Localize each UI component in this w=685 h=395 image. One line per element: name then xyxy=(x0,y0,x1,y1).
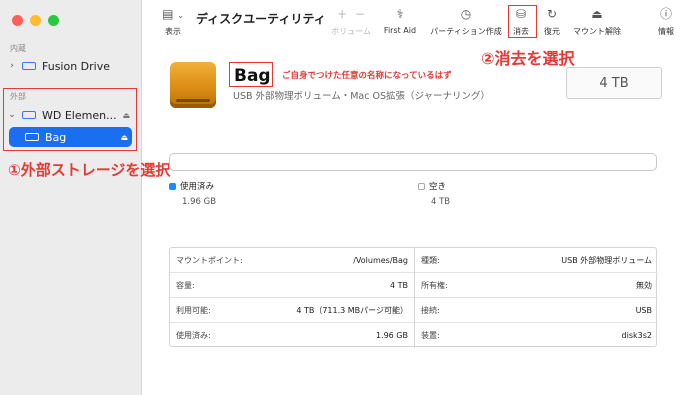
close-window-button[interactable] xyxy=(12,15,23,26)
sidebar-item-fusion-drive[interactable]: › Fusion Drive xyxy=(6,56,134,76)
info-row: 利用可能: 4 TB（711.3 MBパージ可能） xyxy=(170,298,414,323)
info-row: マウントポイント:/Volumes/Bag xyxy=(170,248,414,273)
info-button[interactable]: ⓘ 情報 xyxy=(654,6,678,37)
sidebar-item-label: Fusion Drive xyxy=(42,59,111,73)
annotation-box-external xyxy=(3,88,137,151)
annotation-name-note: ご自身でつけた任意の名称になっているはず xyxy=(282,71,452,81)
annotation-box-name xyxy=(229,62,273,87)
annotation-step2: ②消去を選択 xyxy=(481,49,575,68)
annotation-box-erase xyxy=(508,5,537,38)
used-label: 使用済み xyxy=(180,182,215,192)
toolbar: ▤ ⌄ 表示 ディスクユーティリティ + − ボリューム ⚕ First Aid… xyxy=(142,0,685,44)
view-button[interactable]: ▤ ⌄ 表示 xyxy=(158,6,188,37)
used-value: 1.96 GB xyxy=(182,197,217,207)
zoom-window-button[interactable] xyxy=(48,15,59,26)
unmount-button[interactable]: ⏏ マウント解除 xyxy=(570,6,624,37)
restore-icon: ↻ xyxy=(546,7,558,21)
free-label: 空き xyxy=(429,182,447,192)
info-row: 装置: disk3s2 xyxy=(421,331,652,340)
eject-icon: ⏏ xyxy=(591,7,603,21)
volume-button[interactable]: + − ボリューム xyxy=(326,6,376,37)
first-aid-button[interactable]: ⚕ First Aid xyxy=(380,6,420,35)
partition-button[interactable]: ◷ パーティション作成 xyxy=(428,6,504,37)
info-right-column: 種類: USB 外部物理ボリューム 所有権: 無効 接続: USB 装置: disk3s… xyxy=(414,248,658,348)
legend-used: 使用済み xyxy=(169,180,214,192)
annotation-step1: ①外部ストレージを選択 xyxy=(8,161,171,179)
window-title: ディスクユーティリティ xyxy=(196,12,326,26)
restore-button[interactable]: ↻ 復元 xyxy=(540,6,564,37)
partition-icon: ◷ xyxy=(460,7,472,21)
free-value: 4 TB xyxy=(431,197,451,207)
used-swatch xyxy=(169,182,176,190)
disk-icon xyxy=(22,62,36,70)
sidebar-toggle-icon: ▤ ⌄ xyxy=(162,7,184,21)
view-label: 表示 xyxy=(165,27,181,36)
info-table: マウントポイント:/Volumes/Bag 容量: 4 TB 利用可能: 4 TB（… xyxy=(169,247,658,348)
info-row: 接続: USB xyxy=(415,298,658,323)
capacity-box: 4 TB xyxy=(566,67,662,99)
info-row: 所有権: 無効 xyxy=(415,273,658,298)
info-row: 使用済み: 1.96 GB xyxy=(176,331,408,340)
legend-free: 空き xyxy=(418,180,446,192)
info-row: 種類: USB 外部物理ボリューム xyxy=(415,248,658,273)
usage-bar xyxy=(169,153,657,171)
section-label-internal: 内蔵 xyxy=(10,44,26,53)
free-swatch xyxy=(418,182,425,190)
info-row: 容量: 4 TB xyxy=(170,273,414,298)
external-drive-icon xyxy=(170,62,216,108)
stethoscope-icon: ⚕ xyxy=(396,7,404,21)
info-icon: ⓘ xyxy=(659,7,672,21)
chevron-right-icon[interactable]: › xyxy=(6,61,18,71)
plus-minus-icon: + − xyxy=(337,7,365,21)
volume-subtitle: USB 外部物理ボリューム・Mac OS拡張（ジャーナリング） xyxy=(233,91,491,102)
minimize-window-button[interactable] xyxy=(30,15,41,26)
sidebar: 内蔵 › Fusion Drive 外部 ⌄ WD Elemen... ⏏ Ba… xyxy=(0,0,142,395)
info-left-column: マウントポイント:/Volumes/Bag 容量: 4 TB 利用可能: 4 TB（… xyxy=(170,248,414,348)
